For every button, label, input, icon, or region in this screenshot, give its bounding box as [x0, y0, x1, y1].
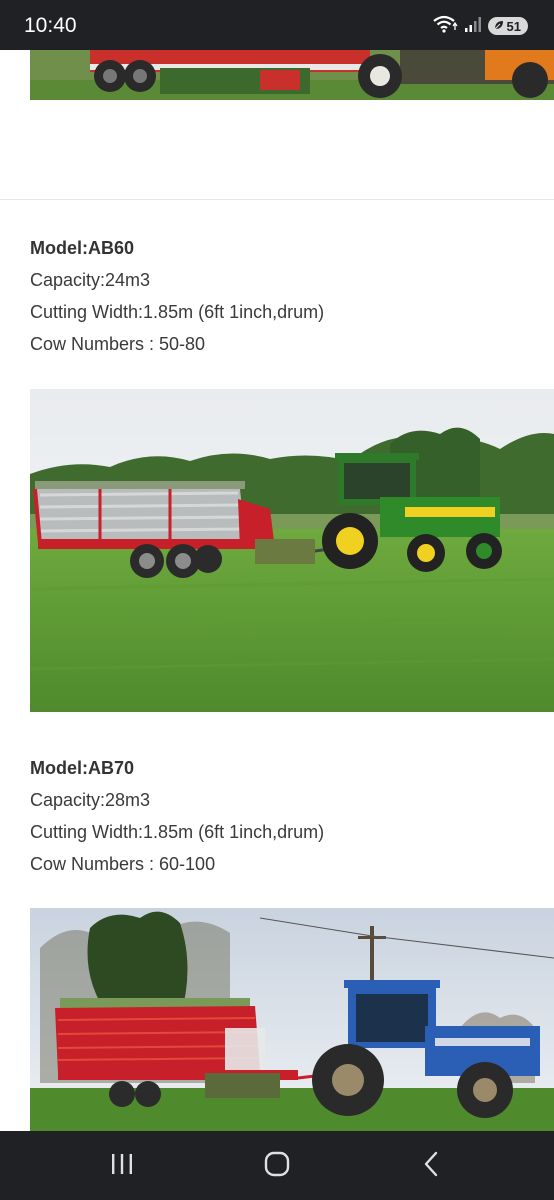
- product-image-previous: [30, 50, 554, 100]
- battery-level: 51: [506, 18, 521, 34]
- recent-apps-button[interactable]: [102, 1149, 142, 1183]
- capacity: Capacity:24m3: [30, 270, 151, 290]
- battery-indicator: 51: [487, 17, 528, 35]
- battery-saver-icon: [493, 19, 505, 34]
- home-button[interactable]: [257, 1149, 297, 1183]
- status-time: 10:40: [24, 14, 77, 37]
- page-content[interactable]: Model:AB60 Capacity:24m3 Cutting Width:1…: [0, 50, 554, 1131]
- product-spec-ab60: Model:AB60 Capacity:24m3 Cutting Width:1…: [30, 232, 530, 360]
- cutting-width: Cutting Width:1.85m (6ft 1inch,drum): [30, 302, 325, 322]
- product-spec-ab70: Model:AB70 Capacity:28m3 Cutting Width:1…: [30, 752, 530, 880]
- system-navigation-bar: [0, 1131, 554, 1200]
- capacity: Capacity:28m3: [30, 790, 151, 810]
- status-icons: 51: [432, 15, 528, 37]
- wifi-icon: [432, 14, 458, 39]
- product-image-ab70[interactable]: [30, 908, 554, 1131]
- cutting-width: Cutting Width:1.85m (6ft 1inch,drum): [30, 822, 325, 842]
- product-image-ab60[interactable]: [30, 389, 554, 712]
- cow-numbers: Cow Numbers : 50-80: [30, 334, 206, 354]
- model-name: Model:AB70: [30, 758, 135, 778]
- signal-icon: [464, 15, 482, 38]
- back-icon: [422, 1151, 442, 1182]
- model-name: Model:AB60: [30, 238, 135, 258]
- back-button[interactable]: [412, 1149, 452, 1183]
- section-divider: [0, 199, 554, 200]
- cow-numbers: Cow Numbers : 60-100: [30, 854, 216, 874]
- status-bar: 10:40 51: [0, 0, 554, 50]
- recent-apps-icon: [109, 1152, 135, 1181]
- home-icon: [264, 1151, 290, 1182]
